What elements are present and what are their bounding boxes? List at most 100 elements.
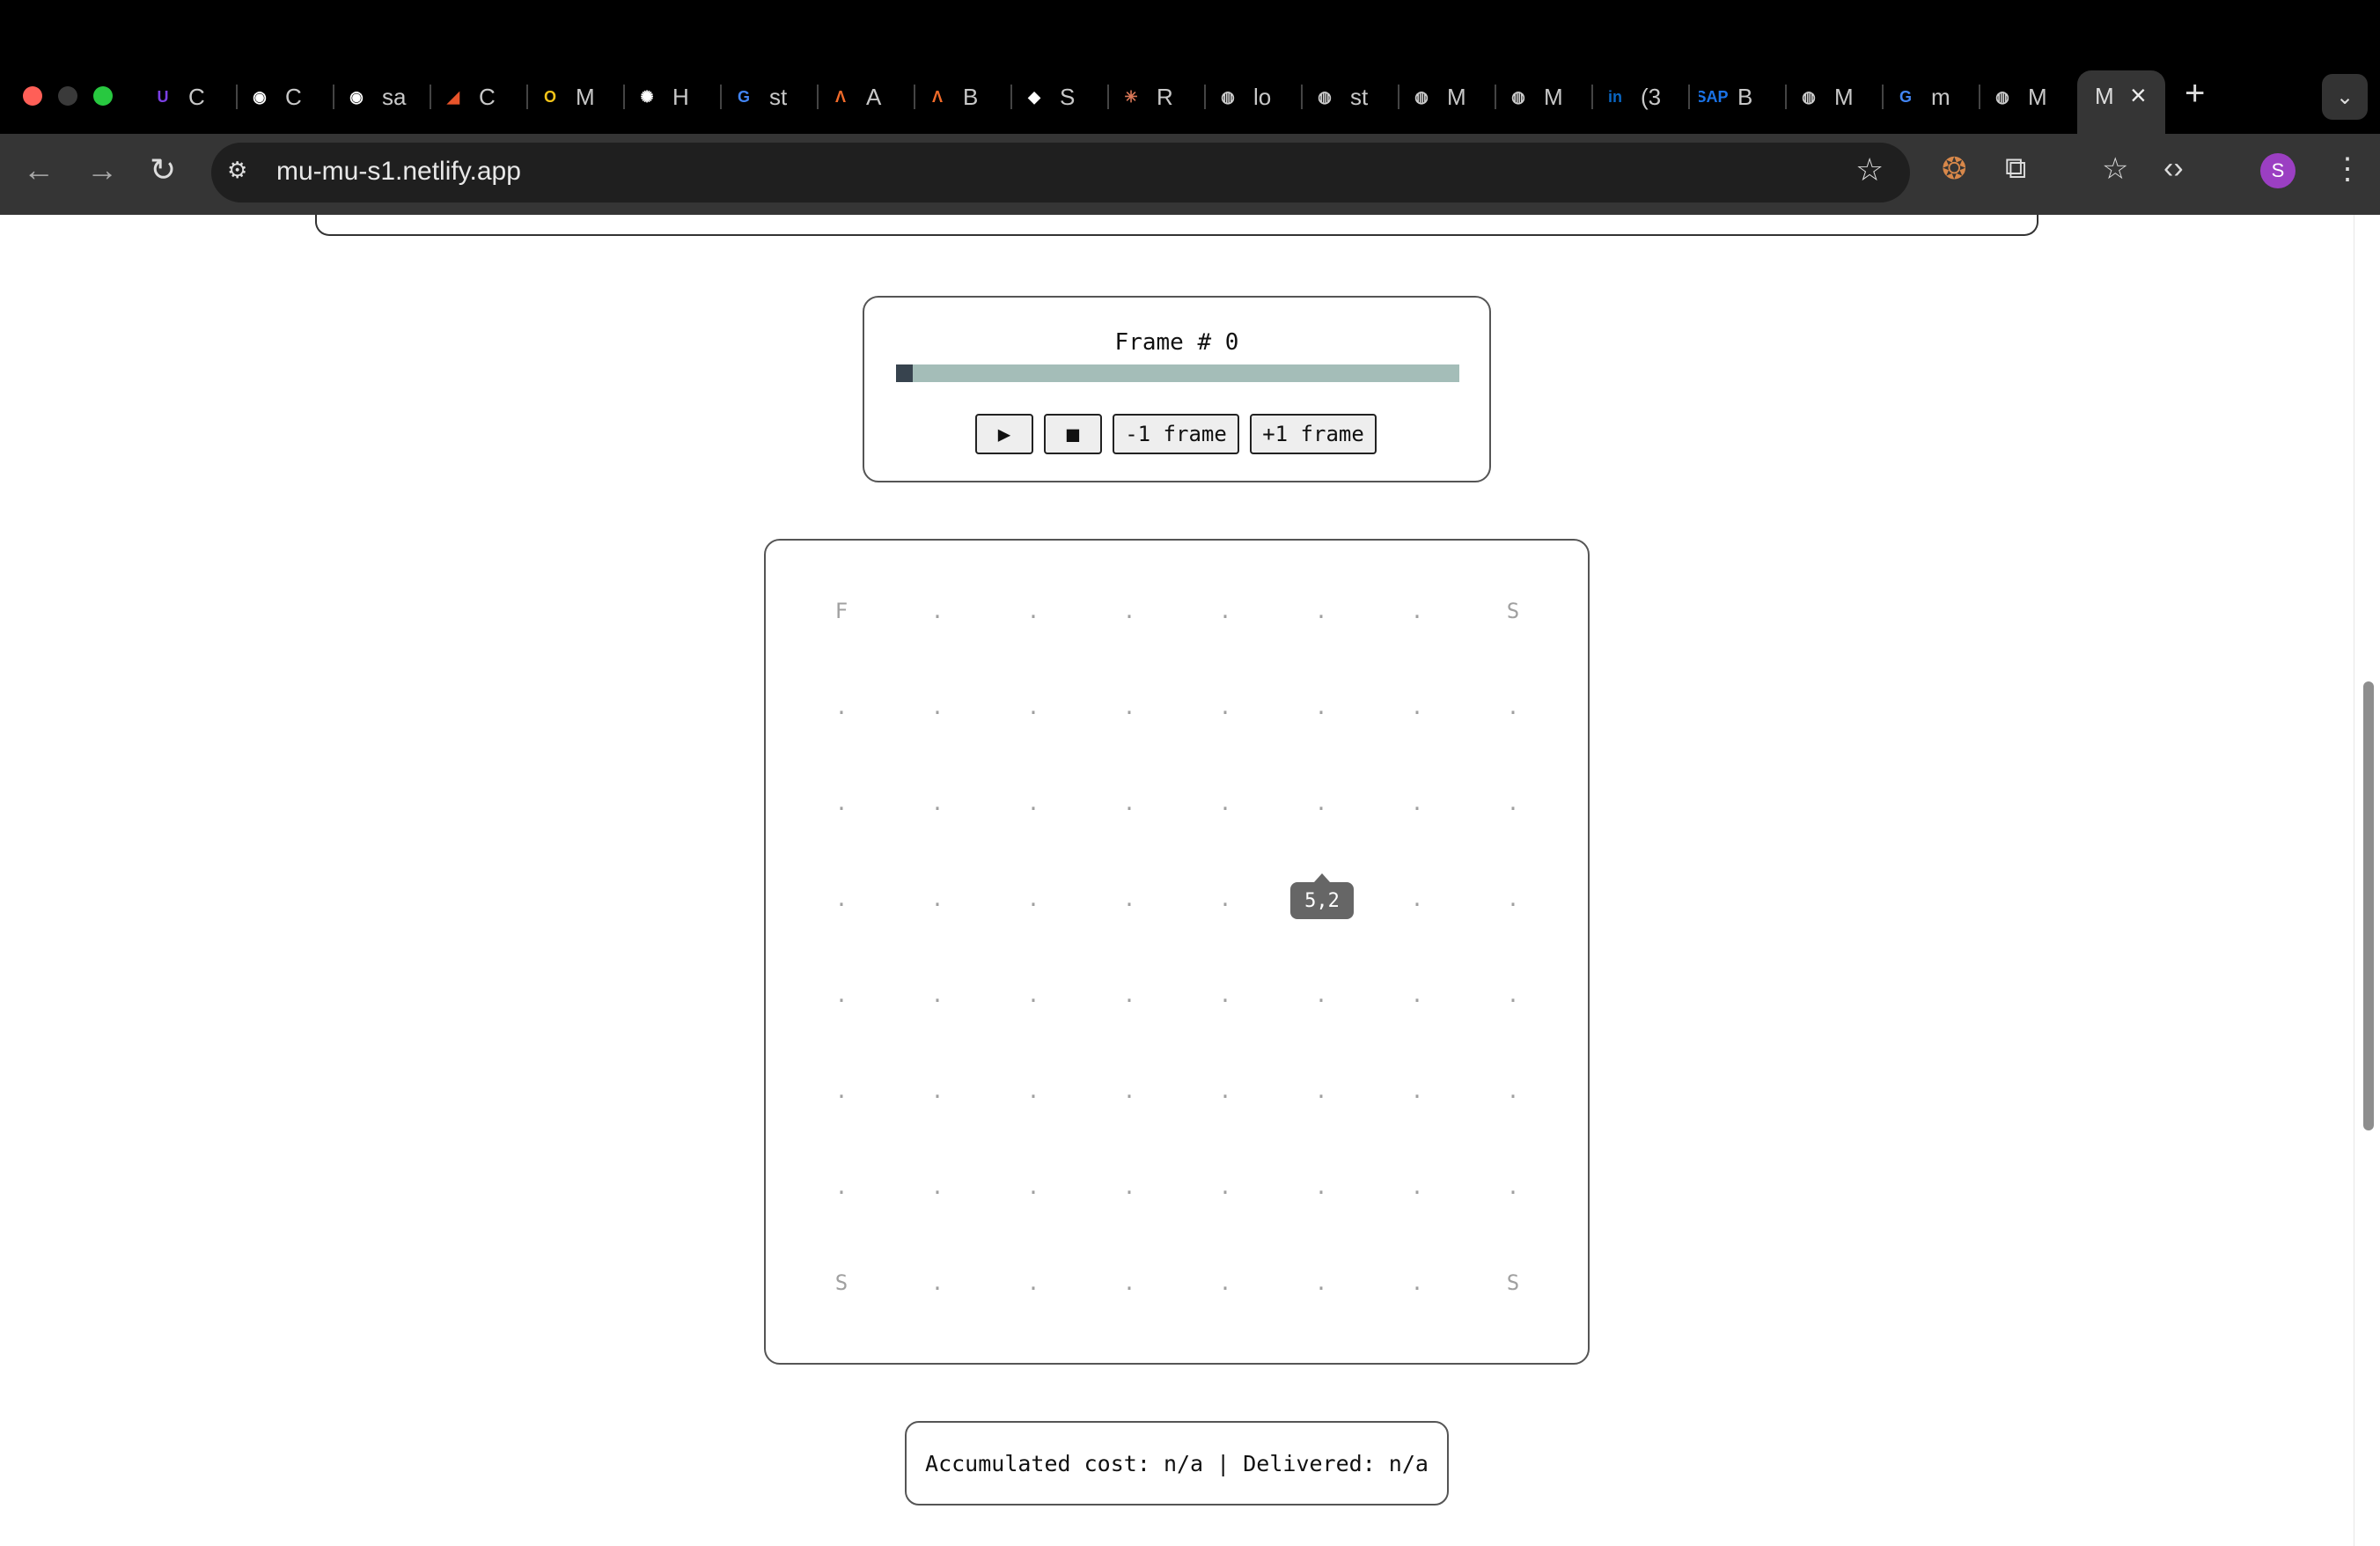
tab-3[interactable]: ◢ C bbox=[440, 77, 521, 116]
grid-cell-7-4[interactable]: . bbox=[1219, 1270, 1231, 1295]
url-text[interactable]: mu-mu-s1.netlify.app bbox=[276, 157, 521, 187]
play-button[interactable]: ▶ bbox=[975, 414, 1033, 454]
tab-1[interactable]: ◉ C bbox=[246, 77, 327, 116]
grid-cell-1-2[interactable]: . bbox=[1027, 695, 1039, 719]
grid-cell-7-7[interactable]: S bbox=[1507, 1270, 1519, 1295]
grid-cell-2-0[interactable]: . bbox=[835, 791, 848, 815]
close-window-button[interactable] bbox=[23, 86, 42, 106]
grid-cell-6-7[interactable]: . bbox=[1507, 1174, 1519, 1199]
grid-cell-0-5[interactable]: . bbox=[1315, 599, 1327, 623]
tab-15[interactable]: in (3 bbox=[1602, 77, 1683, 116]
tab-5[interactable]: ✺ H bbox=[634, 77, 715, 116]
profile-avatar[interactable]: S bbox=[2260, 153, 2296, 188]
grid-cell-5-0[interactable]: . bbox=[835, 1079, 848, 1103]
grid-cell-3-6[interactable]: . bbox=[1411, 887, 1423, 911]
tab-7[interactable]: ɅA bbox=[827, 77, 908, 116]
grid-cell-5-4[interactable]: . bbox=[1219, 1079, 1231, 1103]
grid-cell-2-5[interactable]: . bbox=[1315, 791, 1327, 815]
devtools-code-icon[interactable]: ‹› bbox=[2163, 151, 2184, 186]
bookmark-star-icon[interactable]: ☆ bbox=[1855, 151, 1884, 188]
grid-canvas[interactable]: F...... S................................… bbox=[766, 541, 1588, 1363]
grid-cell-1-6[interactable]: . bbox=[1411, 695, 1423, 719]
grid-cell-6-6[interactable]: . bbox=[1411, 1174, 1423, 1199]
cookie-extension-icon[interactable]: ❂ bbox=[1942, 151, 1967, 187]
grid-cell-3-7[interactable]: . bbox=[1507, 887, 1519, 911]
grid-cell-2-6[interactable]: . bbox=[1411, 791, 1423, 815]
grid-cell-3-4[interactable]: . bbox=[1219, 887, 1231, 911]
grid-cell-3-3[interactable]: . bbox=[1123, 887, 1135, 911]
grid-cell-3-1[interactable]: . bbox=[931, 887, 944, 911]
tab-17[interactable]: ◍ M bbox=[1796, 77, 1877, 116]
grid-cell-1-3[interactable]: . bbox=[1123, 695, 1135, 719]
scrollbar-thumb[interactable] bbox=[2363, 681, 2374, 1130]
forward-arrow-icon[interactable]: → bbox=[86, 151, 118, 188]
grid-cell-3-0[interactable]: . bbox=[835, 887, 848, 911]
grid-cell-4-0[interactable]: . bbox=[835, 983, 848, 1007]
grid-cell-0-1[interactable]: . bbox=[931, 599, 944, 623]
grid-cell-5-6[interactable]: . bbox=[1411, 1079, 1423, 1103]
page-scrollbar[interactable] bbox=[2354, 215, 2380, 1546]
grid-cell-2-7[interactable]: . bbox=[1507, 791, 1519, 815]
grid-cell-3-2[interactable]: . bbox=[1027, 887, 1039, 911]
tab-0[interactable]: UC bbox=[150, 77, 231, 116]
frame-progress-bar[interactable] bbox=[896, 364, 1459, 382]
tab-search-button[interactable]: ⌄ bbox=[2322, 74, 2368, 120]
grid-cell-0-7[interactable]: S bbox=[1507, 599, 1519, 623]
grid-cell-6-2[interactable]: . bbox=[1027, 1174, 1039, 1199]
grid-cell-6-0[interactable]: . bbox=[835, 1174, 848, 1199]
grid-cell-2-2[interactable]: . bbox=[1027, 791, 1039, 815]
grid-cell-7-6[interactable]: . bbox=[1411, 1270, 1423, 1295]
grid-cell-7-3[interactable]: . bbox=[1123, 1270, 1135, 1295]
grid-cell-4-3[interactable]: . bbox=[1123, 983, 1135, 1007]
grid-cell-0-4[interactable]: . bbox=[1219, 599, 1231, 623]
grid-cell-5-7[interactable]: . bbox=[1507, 1079, 1519, 1103]
grid-cell-0-3[interactable]: . bbox=[1123, 599, 1135, 623]
grid-cell-5-1[interactable]: . bbox=[931, 1079, 944, 1103]
grid-cell-0-0[interactable]: F bbox=[835, 599, 848, 623]
tab-4[interactable]: OM bbox=[537, 77, 618, 116]
new-tab-button[interactable]: + bbox=[2185, 74, 2205, 114]
back-arrow-icon[interactable]: ← bbox=[23, 151, 55, 188]
tab-6[interactable]: Gst bbox=[731, 77, 812, 116]
grid-cell-1-0[interactable]: . bbox=[835, 695, 848, 719]
grid-cell-7-5[interactable]: . bbox=[1315, 1270, 1327, 1295]
grid-cell-2-4[interactable]: . bbox=[1219, 791, 1231, 815]
site-settings-icon[interactable]: ⚙ bbox=[227, 157, 259, 188]
grid-cell-4-5[interactable]: . bbox=[1315, 983, 1327, 1007]
grid-cell-4-6[interactable]: . bbox=[1411, 983, 1423, 1007]
tab-16[interactable]: SAP B bbox=[1699, 77, 1780, 116]
grid-cell-1-5[interactable]: . bbox=[1315, 695, 1327, 719]
tab-14[interactable]: ◍ M bbox=[1505, 77, 1586, 116]
grid-cell-1-4[interactable]: . bbox=[1219, 695, 1231, 719]
grid-cell-2-3[interactable]: . bbox=[1123, 791, 1135, 815]
tab-19[interactable]: ◍ M bbox=[1989, 77, 2070, 116]
grid-cell-1-1[interactable]: . bbox=[931, 695, 944, 719]
minimize-window-button[interactable] bbox=[58, 86, 77, 106]
tab-11[interactable]: ◍ lo bbox=[1215, 77, 1296, 116]
extensions-puzzle-icon[interactable]: ⧉ bbox=[2005, 151, 2026, 186]
tab-18[interactable]: Gm bbox=[1892, 77, 1973, 116]
grid-cell-2-1[interactable]: . bbox=[931, 791, 944, 815]
tab-12[interactable]: ◍ st bbox=[1311, 77, 1392, 116]
stop-button[interactable]: ■ bbox=[1044, 414, 1102, 454]
zoom-window-button[interactable] bbox=[93, 86, 113, 106]
reload-icon[interactable]: ↻ bbox=[150, 151, 176, 188]
menu-kebab-icon[interactable]: ⋮ bbox=[2332, 151, 2362, 187]
grid-cell-6-3[interactable]: . bbox=[1123, 1174, 1135, 1199]
tab-2[interactable]: ◉ sa bbox=[343, 77, 424, 116]
grid-cell-4-1[interactable]: . bbox=[931, 983, 944, 1007]
grid-cell-7-0[interactable]: S bbox=[835, 1270, 848, 1295]
grid-cell-0-6[interactable]: . bbox=[1411, 599, 1423, 623]
grid-cell-6-4[interactable]: . bbox=[1219, 1174, 1231, 1199]
grid-cell-7-2[interactable]: . bbox=[1027, 1270, 1039, 1295]
grid-cell-4-4[interactable]: . bbox=[1219, 983, 1231, 1007]
grid-cell-4-2[interactable]: . bbox=[1027, 983, 1039, 1007]
grid-cell-5-2[interactable]: . bbox=[1027, 1079, 1039, 1103]
grid-cell-6-1[interactable]: . bbox=[931, 1174, 944, 1199]
grid-cell-4-7[interactable]: . bbox=[1507, 983, 1519, 1007]
grid-cell-6-5[interactable]: . bbox=[1315, 1174, 1327, 1199]
tab-10[interactable]: ✳ R bbox=[1118, 77, 1199, 116]
tab-9[interactable]: ◆ S bbox=[1021, 77, 1102, 116]
tab-8[interactable]: ɅB bbox=[924, 77, 1005, 116]
next-frame-button[interactable]: +1 frame bbox=[1250, 414, 1377, 454]
